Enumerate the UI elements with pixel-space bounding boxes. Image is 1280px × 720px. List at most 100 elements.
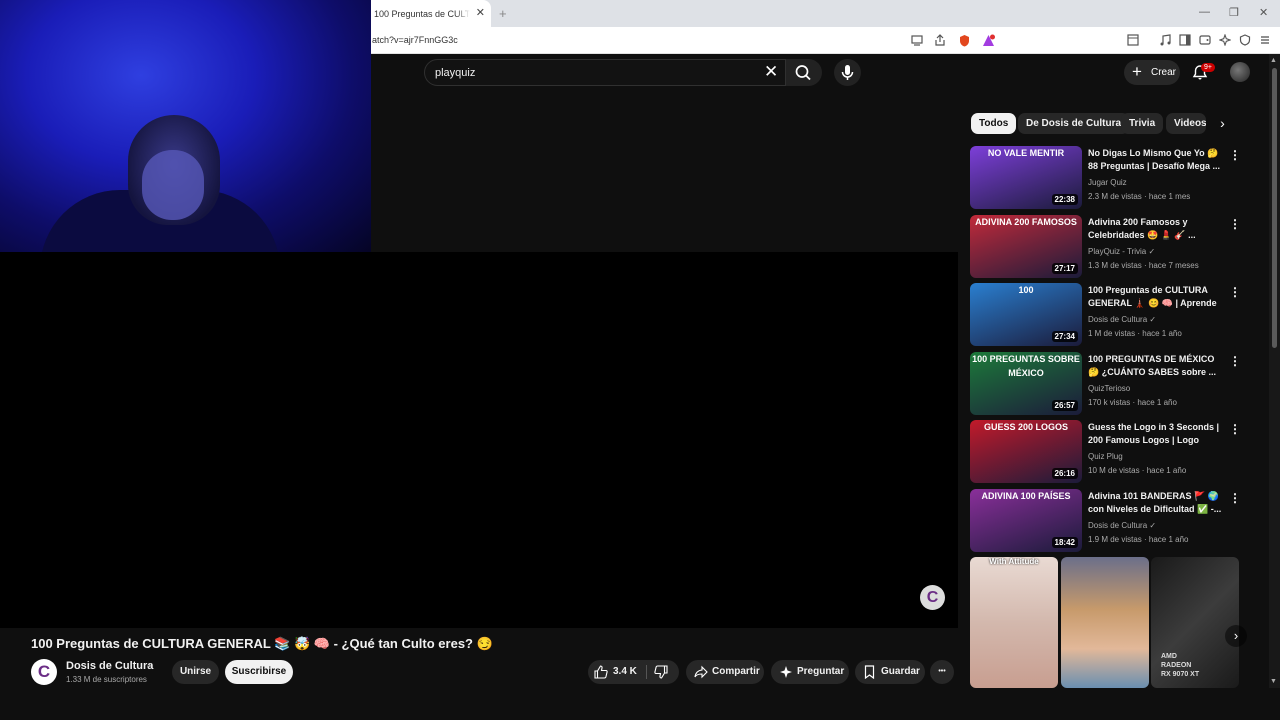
sidebar-panel-icon[interactable] xyxy=(1126,34,1140,48)
recommendation-channel[interactable]: Dosis de Cultura ✓ xyxy=(1088,315,1156,324)
save-button[interactable]: Guardar xyxy=(855,660,925,684)
browser-tab-title: 100 Preguntas de CULTURA GENERAL xyxy=(374,9,470,19)
menu-icon[interactable] xyxy=(1258,34,1272,48)
join-button[interactable]: Unirse xyxy=(172,660,219,684)
voice-search-button[interactable] xyxy=(834,59,861,86)
thumbnail-caption: ADIVINA 100 PAÍSES xyxy=(981,490,1071,501)
video-player[interactable] xyxy=(0,252,958,628)
scroll-down-icon[interactable]: ▼ xyxy=(1270,678,1277,685)
more-vert-icon[interactable]: ⋮ xyxy=(1229,491,1241,505)
more-vert-icon[interactable]: ⋮ xyxy=(1229,148,1241,162)
short-caption: With Attitude xyxy=(989,557,1039,566)
recommendation-channel[interactable]: QuizTerioso xyxy=(1088,384,1130,393)
short-thumbnail[interactable]: With Attitude xyxy=(970,557,1058,688)
recommendation-channel[interactable]: PlayQuiz - Trivia ✓ xyxy=(1088,247,1155,256)
brave-shield-icon[interactable] xyxy=(957,34,971,48)
leo-ai-icon[interactable] xyxy=(1218,33,1232,48)
recommendation-meta: 1.9 M de vistas · hace 1 año xyxy=(1088,534,1189,544)
recommendation-item[interactable]: GUESS 200 LOGOS 26:16 Guess the Logo in … xyxy=(970,420,1245,484)
like-count: 3.4 K xyxy=(613,666,637,677)
recommendation-meta: 10 M de vistas · hace 1 año xyxy=(1088,466,1187,475)
dislike-button[interactable] xyxy=(649,660,679,684)
like-button[interactable]: 3.4 K xyxy=(588,660,644,684)
share-button[interactable]: Compartir xyxy=(686,660,764,684)
short-thumbnail[interactable] xyxy=(1061,557,1149,688)
search-input[interactable]: playquiz ✕ xyxy=(424,59,786,86)
cast-icon[interactable] xyxy=(910,34,924,48)
more-vert-icon[interactable]: ⋮ xyxy=(1229,285,1241,299)
rewards-icon[interactable] xyxy=(981,34,995,48)
short-thumbnail[interactable]: AMD RADEON RX 9070 XT xyxy=(1151,557,1239,688)
recommendation-item[interactable]: 100 27:34 100 Preguntas de CULTURA GENER… xyxy=(970,283,1245,347)
more-actions-button[interactable]: ••• xyxy=(930,660,954,684)
recommendation-channel[interactable]: Quiz Plug xyxy=(1088,452,1123,461)
recommendation-channel[interactable]: Jugar Quiz xyxy=(1088,178,1127,187)
recommendation-title[interactable]: Guess the Logo in 3 Seconds | 200 Famous… xyxy=(1088,421,1222,447)
more-vert-icon[interactable]: ⋮ xyxy=(1229,354,1241,368)
recommendation-meta: 170 k vistas · hace 1 año xyxy=(1088,397,1177,407)
create-button[interactable]: + Crear xyxy=(1124,60,1180,85)
window-restore-button[interactable]: ❐ xyxy=(1229,6,1239,19)
thumbs-up-icon xyxy=(594,665,608,679)
recommendation-thumbnail[interactable]: ADIVINA 100 PAÍSES 18:42 xyxy=(970,488,1082,552)
shorts-next-button[interactable]: › xyxy=(1225,625,1247,647)
recommendation-channel[interactable]: Dosis de Cultura ✓ xyxy=(1088,521,1156,530)
recommendation-thumbnail[interactable]: NO VALE MENTIR 22:38 xyxy=(970,146,1082,209)
channel-avatar[interactable]: C xyxy=(31,659,57,685)
recommendation-title[interactable]: No Digas Lo Mismo Que Yo 🤔 88 Preguntas … xyxy=(1088,147,1222,173)
browser-tab[interactable]: 100 Preguntas de CULTURA GENERAL ✕ xyxy=(371,0,491,27)
page-scrollbar[interactable]: ▲ ▼ xyxy=(1269,54,1280,688)
chip-todos[interactable]: Todos xyxy=(971,113,1017,134)
scroll-thumb[interactable] xyxy=(1272,68,1277,348)
recommendation-meta: 2.3 M de vistas · hace 1 mes xyxy=(1088,192,1191,201)
recommendation-item[interactable]: 100 PREGUNTAS SOBRE MÉXICO 26:57 100 PRE… xyxy=(970,351,1245,416)
short-image xyxy=(1061,557,1149,688)
recommendation-title[interactable]: 100 Preguntas de CULTURA GENERAL 🗼 😊 🧠 |… xyxy=(1088,284,1222,310)
recommendation-thumbnail[interactable]: GUESS 200 LOGOS 26:16 xyxy=(970,420,1082,483)
subscriber-count: 1.33 M de suscriptores xyxy=(66,675,147,684)
share-label: Compartir xyxy=(712,666,760,677)
channel-watermark[interactable]: C xyxy=(920,585,945,610)
address-bar-url[interactable]: atch?v=ajr7FnnGG3c xyxy=(372,35,458,45)
subscribe-button[interactable]: Suscribirse xyxy=(225,660,293,684)
more-vert-icon[interactable]: ⋮ xyxy=(1229,422,1241,436)
recommendation-thumbnail[interactable]: 100 PREGUNTAS SOBRE MÉXICO 26:57 xyxy=(970,351,1082,415)
search-query: playquiz xyxy=(435,67,476,79)
window-minimize-button[interactable]: — xyxy=(1199,6,1210,18)
thumbnail-caption: ADIVINA 200 FAMOSOS xyxy=(975,216,1077,227)
recommendation-item[interactable]: NO VALE MENTIR 22:38 No Digas Lo Mismo Q… xyxy=(970,146,1245,210)
media-icon[interactable] xyxy=(1158,34,1172,48)
bookmark-icon xyxy=(864,665,875,679)
recommendation-title[interactable]: Adivina 200 Famosos y Celebridades 🤩 💄 🎸… xyxy=(1088,216,1222,242)
wallet-icon[interactable] xyxy=(1198,34,1212,48)
new-tab-button[interactable]: + xyxy=(499,6,507,21)
recommendation-title[interactable]: 100 PREGUNTAS DE MÉXICO 🤔 ¿CUÁNTO SABES … xyxy=(1088,353,1222,379)
more-vert-icon[interactable]: ⋮ xyxy=(1229,217,1241,231)
recommendation-thumbnail[interactable]: ADIVINA 200 FAMOSOS 27:17 xyxy=(970,214,1082,278)
video-duration: 22:38 xyxy=(1051,194,1078,205)
video-duration: 27:17 xyxy=(1051,262,1078,274)
channel-name[interactable]: Dosis de Cultura xyxy=(66,660,153,672)
chip-de-dosis-de-cultura[interactable]: De Dosis de Cultura xyxy=(1018,113,1130,134)
ask-button[interactable]: Preguntar xyxy=(771,660,849,684)
scroll-up-icon[interactable]: ▲ xyxy=(1270,57,1277,64)
recommendation-meta: 1 M de vistas · hace 1 año xyxy=(1088,329,1182,338)
webcam-person-face xyxy=(142,150,204,220)
account-avatar[interactable] xyxy=(1230,62,1250,82)
search-button[interactable] xyxy=(786,59,822,86)
recommendation-item[interactable]: ADIVINA 200 FAMOSOS 27:17 Adivina 200 Fa… xyxy=(970,214,1245,279)
share-page-icon[interactable] xyxy=(933,34,947,48)
chip-trivia[interactable]: Trivia xyxy=(1121,113,1164,134)
chip-videos[interactable]: Videos xyxy=(1166,113,1206,134)
recommendation-item[interactable]: ADIVINA 100 PAÍSES 18:42 Adivina 101 BAN… xyxy=(970,488,1245,553)
recommendation-title[interactable]: Adivina 101 BANDERAS 🚩 🌍 con Niveles de … xyxy=(1088,490,1222,516)
thumbnail-caption: 100 PREGUNTAS SOBRE MÉXICO xyxy=(972,353,1080,378)
vpn-icon[interactable] xyxy=(1238,34,1252,48)
chevron-right-icon[interactable]: › xyxy=(1212,113,1233,134)
sidebar-toggle-icon[interactable] xyxy=(1178,34,1192,48)
clear-search-icon[interactable]: ✕ xyxy=(764,63,778,81)
video-duration: 26:16 xyxy=(1051,468,1078,479)
recommendation-thumbnail[interactable]: 100 27:34 xyxy=(970,283,1082,346)
tab-close-icon[interactable]: ✕ xyxy=(476,6,485,19)
window-close-button[interactable]: ✕ xyxy=(1259,6,1268,19)
